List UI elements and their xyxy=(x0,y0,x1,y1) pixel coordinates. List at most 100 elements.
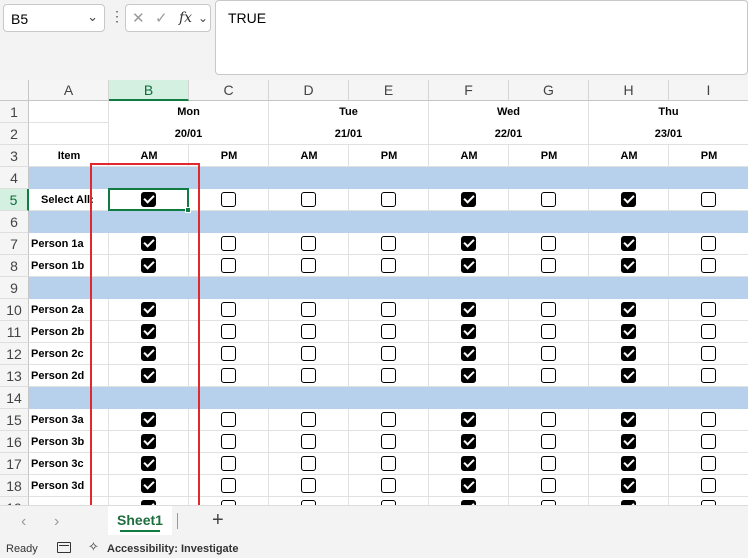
checkbox[interactable] xyxy=(140,258,156,273)
checkbox[interactable] xyxy=(700,346,716,361)
row-header-11[interactable]: 11 xyxy=(0,321,29,343)
column-header-b[interactable]: B xyxy=(109,80,189,101)
checkbox[interactable] xyxy=(300,324,316,339)
row-header-12[interactable]: 12 xyxy=(0,343,29,365)
checkbox[interactable] xyxy=(380,258,396,273)
checkbox[interactable] xyxy=(380,434,396,449)
row-header-5[interactable]: 5 xyxy=(0,189,29,211)
checkbox[interactable] xyxy=(620,302,636,317)
checkbox[interactable] xyxy=(700,302,716,317)
checkbox[interactable] xyxy=(620,368,636,383)
row-header-19[interactable]: 19 xyxy=(0,497,29,505)
checkbox[interactable] xyxy=(380,192,396,207)
row-header-9[interactable]: 9 xyxy=(0,277,29,299)
column-header-e[interactable]: E xyxy=(349,80,429,101)
checkbox[interactable] xyxy=(140,302,156,317)
checkbox[interactable] xyxy=(380,456,396,471)
chevron-left-icon[interactable]: ‹ xyxy=(21,513,26,531)
checkbox[interactable] xyxy=(700,258,716,273)
checkbox[interactable] xyxy=(140,434,156,449)
checkbox[interactable] xyxy=(220,302,236,317)
chevron-right-icon[interactable]: › xyxy=(54,513,59,531)
checkbox[interactable] xyxy=(620,192,636,207)
sheet-tab[interactable]: Sheet1 xyxy=(108,506,172,535)
checkbox[interactable] xyxy=(300,456,316,471)
row-header-18[interactable]: 18 xyxy=(0,475,29,497)
spreadsheet-grid[interactable]: ABCDEFGHI12345678910111213141516171819Mo… xyxy=(0,80,748,505)
checkbox[interactable] xyxy=(460,324,476,339)
checkbox[interactable] xyxy=(620,346,636,361)
checkbox[interactable] xyxy=(300,258,316,273)
row-header-14[interactable]: 14 xyxy=(0,387,29,409)
accessibility-status[interactable]: Accessibility: Investigate xyxy=(107,543,238,555)
checkbox[interactable] xyxy=(300,302,316,317)
checkbox[interactable] xyxy=(540,236,556,251)
checkbox[interactable] xyxy=(300,412,316,427)
row-header-3[interactable]: 3 xyxy=(0,145,29,167)
checkbox[interactable] xyxy=(140,412,156,427)
checkbox[interactable] xyxy=(700,192,716,207)
chevron-down-icon[interactable]: ⌄ xyxy=(198,11,208,25)
cell[interactable] xyxy=(29,101,109,123)
row-header-1[interactable]: 1 xyxy=(0,101,29,123)
checkbox[interactable] xyxy=(300,346,316,361)
checkbox[interactable] xyxy=(620,412,636,427)
checkbox[interactable] xyxy=(700,456,716,471)
checkbox[interactable] xyxy=(460,192,476,207)
checkbox[interactable] xyxy=(460,258,476,273)
row-header-16[interactable]: 16 xyxy=(0,431,29,453)
checkbox[interactable] xyxy=(700,412,716,427)
checkbox[interactable] xyxy=(540,456,556,471)
checkbox[interactable] xyxy=(620,478,636,493)
checkbox[interactable] xyxy=(620,258,636,273)
column-header-a[interactable]: A xyxy=(29,80,109,101)
checkbox[interactable] xyxy=(220,456,236,471)
checkbox[interactable] xyxy=(380,478,396,493)
checkbox[interactable] xyxy=(220,324,236,339)
column-header-c[interactable]: C xyxy=(189,80,269,101)
checkbox[interactable] xyxy=(540,302,556,317)
checkbox[interactable] xyxy=(460,478,476,493)
name-box[interactable]: B5 ⌄ xyxy=(3,4,105,32)
active-cell[interactable] xyxy=(108,188,189,211)
checkbox[interactable] xyxy=(380,324,396,339)
row-header-17[interactable]: 17 xyxy=(0,453,29,475)
checkbox[interactable] xyxy=(540,346,556,361)
checkbox[interactable] xyxy=(300,192,316,207)
checkbox[interactable] xyxy=(140,456,156,471)
checkbox[interactable] xyxy=(140,346,156,361)
checkbox[interactable] xyxy=(220,258,236,273)
checkbox[interactable] xyxy=(620,324,636,339)
checkbox[interactable] xyxy=(140,236,156,251)
row-header-8[interactable]: 8 xyxy=(0,255,29,277)
checkbox[interactable] xyxy=(220,434,236,449)
accessibility-icon[interactable]: ✧ xyxy=(88,539,99,555)
checkbox[interactable] xyxy=(380,346,396,361)
checkbox[interactable] xyxy=(540,192,556,207)
checkbox[interactable] xyxy=(220,346,236,361)
checkbox[interactable] xyxy=(220,368,236,383)
plus-icon[interactable]: + xyxy=(212,509,224,532)
more-options-icon[interactable]: ⋮ xyxy=(110,8,124,25)
row-header-6[interactable]: 6 xyxy=(0,211,29,233)
checkbox[interactable] xyxy=(620,434,636,449)
checkbox[interactable] xyxy=(540,434,556,449)
checkbox[interactable] xyxy=(140,368,156,383)
checkbox[interactable] xyxy=(460,368,476,383)
checkbox[interactable] xyxy=(460,346,476,361)
checkbox[interactable] xyxy=(700,478,716,493)
cell[interactable] xyxy=(29,123,109,145)
checkbox[interactable] xyxy=(300,434,316,449)
column-header-d[interactable]: D xyxy=(269,80,349,101)
formula-input[interactable]: TRUE xyxy=(215,0,748,75)
row-header-4[interactable]: 4 xyxy=(0,167,29,189)
checkbox[interactable] xyxy=(140,324,156,339)
checkbox[interactable] xyxy=(540,258,556,273)
checkbox[interactable] xyxy=(300,368,316,383)
fill-handle[interactable] xyxy=(185,207,191,213)
row-header-7[interactable]: 7 xyxy=(0,233,29,255)
checkbox[interactable] xyxy=(460,412,476,427)
checkbox[interactable] xyxy=(460,456,476,471)
column-header-h[interactable]: H xyxy=(589,80,669,101)
checkbox[interactable] xyxy=(620,236,636,251)
